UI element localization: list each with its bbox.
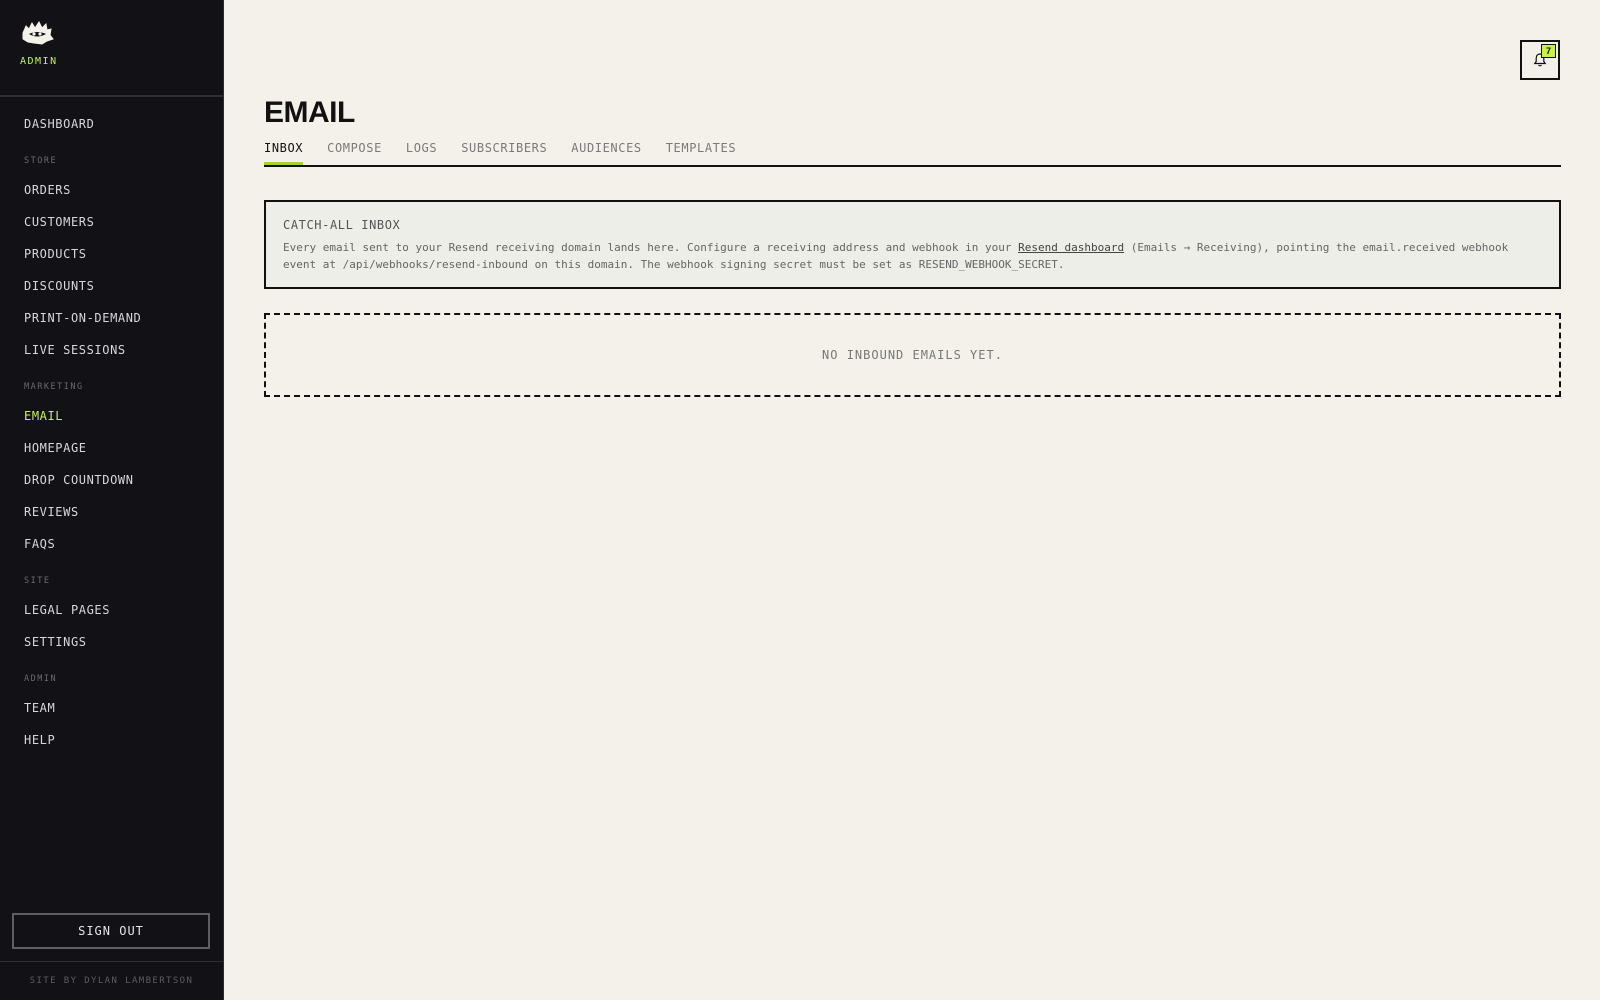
sidebar-item-team[interactable]: TEAM <box>0 692 223 724</box>
tab-audiences[interactable]: AUDIENCES <box>571 138 641 165</box>
sidebar-item-orders[interactable]: ORDERS <box>0 174 223 206</box>
sidebar-item-print-on-demand[interactable]: PRINT-ON-DEMAND <box>0 302 223 334</box>
brand[interactable]: ADMIN <box>20 20 58 67</box>
info-body: Every email sent to your Resend receivin… <box>283 239 1513 273</box>
tab-compose[interactable]: COMPOSE <box>327 138 382 165</box>
brand-role: ADMIN <box>20 56 58 67</box>
sidebar-item-help[interactable]: HELP <box>0 724 223 756</box>
tab-subscribers[interactable]: SUBSCRIBERS <box>461 138 547 165</box>
sign-out-button[interactable]: SIGN OUT <box>12 913 210 949</box>
sidebar-item-customers[interactable]: CUSTOMERS <box>0 206 223 238</box>
nav-section-site: SITE <box>24 576 51 586</box>
sidebar-item-dashboard[interactable]: DASHBOARD <box>0 108 223 140</box>
sidebar-divider <box>0 95 223 97</box>
sidebar-item-homepage[interactable]: HOMEPAGE <box>0 432 223 464</box>
tab-inbox[interactable]: INBOX <box>264 138 304 165</box>
sidebar-bottom-divider <box>0 961 223 962</box>
page-title: EMAIL <box>264 96 355 129</box>
tab-logs[interactable]: LOGS <box>406 138 437 165</box>
sidebar-item-drop-countdown[interactable]: DROP COUNTDOWN <box>0 464 223 496</box>
sidebar-item-email[interactable]: EMAIL <box>0 400 223 432</box>
nav-section-store: STORE <box>24 156 58 166</box>
info-text-before: Every email sent to your Resend receivin… <box>283 241 1019 254</box>
catch-all-info-card: CATCH-ALL INBOX Every email sent to your… <box>264 200 1561 289</box>
resend-dashboard-link[interactable]: Resend dashboard <box>1018 241 1124 254</box>
nav-section-admin: ADMIN <box>24 674 58 684</box>
sidebar-item-discounts[interactable]: DISCOUNTS <box>0 270 223 302</box>
empty-inbox-state: NO INBOUND EMAILS YET. <box>264 313 1561 397</box>
sidebar-item-faqs[interactable]: FAQS <box>0 528 223 560</box>
email-tabs: INBOX COMPOSE LOGS SUBSCRIBERS AUDIENCES TEMP… <box>264 138 1561 167</box>
main-content: 7 EMAIL INBOX COMPOSE LOGS SUBSCRIBERS AUDIE… <box>224 0 1600 1000</box>
site-credit: SITE BY DYLAN LAMBERTSON <box>29 976 194 986</box>
nav-section-marketing: MARKETING <box>24 382 84 392</box>
sidebar-item-reviews[interactable]: REVIEWS <box>0 496 223 528</box>
tab-templates[interactable]: TEMPLATES <box>666 138 736 165</box>
sidebar-item-live-sessions[interactable]: LIVE SESSIONS <box>0 334 223 366</box>
sidebar-item-settings[interactable]: SETTINGS <box>0 626 223 658</box>
sidebar-item-products[interactable]: PRODUCTS <box>0 238 223 270</box>
sidebar: ADMIN DASHBOARD STORE ORDERS CUSTOMERS PRODU… <box>0 0 224 1000</box>
notification-count-badge: 7 <box>1541 44 1556 58</box>
notifications-button[interactable]: 7 <box>1520 40 1560 80</box>
info-title: CATCH-ALL INBOX <box>283 218 401 232</box>
brand-logo-icon <box>22 21 54 45</box>
sidebar-nav: DASHBOARD STORE ORDERS CUSTOMERS PRODUCTS DIS… <box>0 108 223 756</box>
sidebar-item-legal-pages[interactable]: LEGAL PAGES <box>0 594 223 626</box>
